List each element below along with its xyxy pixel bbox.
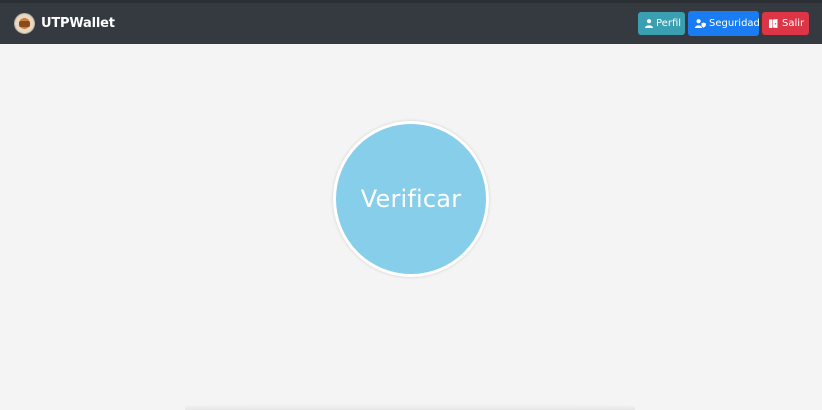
verify-label: Verificar — [360, 185, 462, 213]
brand-name: UTPWallet — [41, 16, 115, 31]
user-icon — [645, 19, 653, 28]
salir-button[interactable]: Salir — [762, 12, 809, 35]
perfil-label: Perfil — [656, 18, 682, 29]
user-shield-icon — [695, 19, 706, 28]
seguridad-button[interactable]: Seguridad — [688, 11, 760, 36]
brand-link[interactable]: UTPWallet — [14, 13, 115, 34]
verify-button[interactable]: Verificar — [333, 121, 489, 277]
main-content: Verificar — [0, 44, 822, 410]
salir-label: Salir — [782, 18, 805, 29]
perfil-button[interactable]: Perfil — [638, 12, 685, 35]
navbar: UTPWallet Perfil Seguridad Salir — [0, 3, 822, 44]
wallet-logo-icon — [14, 13, 35, 34]
nav-actions: Perfil Seguridad Salir — [638, 11, 809, 36]
door-exit-icon — [769, 19, 779, 28]
bottom-shadow — [185, 404, 635, 410]
seguridad-label: Seguridad — [709, 18, 760, 29]
